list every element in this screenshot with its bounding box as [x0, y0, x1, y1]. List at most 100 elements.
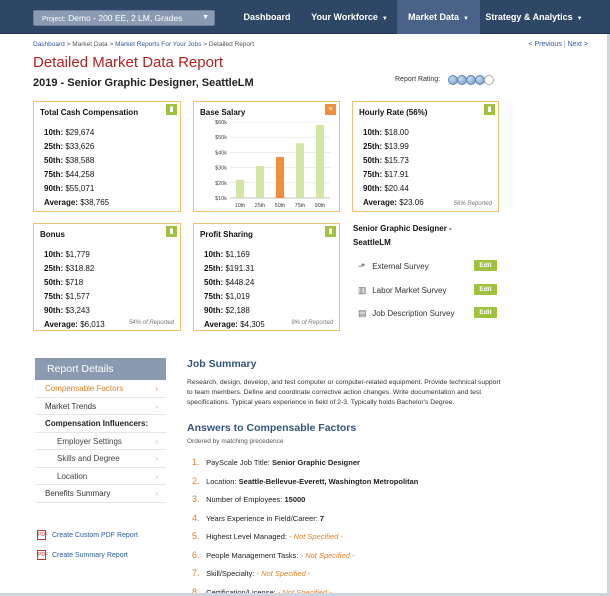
- job-summary-text: Research, design, develop, and test comp…: [187, 379, 501, 406]
- answer-item: 6. People Management Tasks: - Not Specif…: [192, 548, 354, 562]
- sidebar-item-label: Skills and Degree: [57, 454, 120, 463]
- x-tick-label: 10th: [235, 203, 246, 209]
- create-custom-pdf-label: Create Custom PDF Report: [52, 531, 138, 539]
- stat-row: 10th: $1,779: [44, 248, 105, 262]
- chart-toggle-icon[interactable]: ▮: [484, 104, 495, 115]
- sidebar-item[interactable]: Market Trends ›: [35, 398, 166, 415]
- sidebar-item[interactable]: Location ›: [35, 468, 166, 485]
- breadcrumb-market-data[interactable]: Market Data: [72, 41, 107, 48]
- stat-value: $38,765: [80, 198, 110, 207]
- previous-link[interactable]: < Previous: [529, 41, 562, 48]
- chart-toggle-icon[interactable]: ▮: [325, 226, 336, 237]
- report-rating-label: Report Rating:: [395, 76, 441, 83]
- answer-label: Location:: [206, 476, 237, 486]
- stat-value: $718: [65, 278, 84, 287]
- answer-value: Senior Graphic Designer: [271, 458, 360, 467]
- sidebar-item-label: Compensation Influencers:: [45, 419, 149, 428]
- project-selector[interactable]: Project: Demo - 200 EE, 2 LM, Grades ▼: [33, 10, 215, 26]
- base-salary-card: Base Salary ≡ $60k $50k $40k $30k $20k $10k 10…: [193, 101, 340, 212]
- stat-label: 10th:: [44, 128, 64, 137]
- answer-item: 2. Location: Seattle-Bellevue-Everett, W…: [192, 474, 418, 488]
- base-salary-chart: $60k $50k $40k $30k $20k $10k 10th 25th 50th 75th…: [215, 120, 330, 209]
- stat-label: 75th:: [44, 292, 64, 301]
- chevron-right-icon: ›: [155, 489, 158, 498]
- answer-number: 1.: [192, 457, 200, 467]
- sidebar-item-label: Market Trends: [45, 401, 97, 411]
- nav-market-data[interactable]: Market Data ▼: [397, 0, 480, 34]
- answer-item: 4. Years Experience in Field/Career: 7: [192, 511, 324, 525]
- stat-row: 50th: $15.73: [363, 154, 424, 168]
- project-value: Demo - 200 EE, 2 LM, Grades: [68, 13, 183, 23]
- chevron-right-icon: ›: [155, 436, 158, 446]
- sidebar-item[interactable]: Skills and Degree ›: [35, 450, 166, 468]
- nav-strategy-analytics[interactable]: Strategy & Analytics ▼: [480, 0, 588, 34]
- reported-note: 56% Reported: [453, 201, 492, 207]
- card-rows: 10th: $1,169 25th: $191.31 50th: $448.24 75…: [204, 248, 265, 332]
- answer-label: Years Experience in Field/Career:: [205, 513, 318, 523]
- next-link[interactable]: Next >: [568, 41, 588, 48]
- stat-label: 10th:: [204, 250, 224, 259]
- answer-item: 5. Highest Level Managed: - Not Specifie…: [192, 529, 343, 543]
- answer-value: - Not Specified -: [256, 569, 311, 578]
- breadcrumb-market-reports[interactable]: Market Reports For Your Jobs: [115, 41, 201, 48]
- chevron-right-icon: ›: [155, 471, 158, 481]
- answer-value: 15000: [284, 495, 306, 504]
- report-details-sidebar: Report Details Compensable Factors › Marke…: [35, 358, 166, 503]
- nav-dashboard[interactable]: Dashboard: [232, 0, 302, 34]
- stat-value: $44,258: [65, 170, 95, 179]
- stat-row: 50th: $38,588: [44, 154, 109, 168]
- create-summary-report-link[interactable]: PDF Create Summary Report: [37, 550, 128, 560]
- page-title: Detailed Market Data Report: [33, 54, 224, 71]
- stat-row: 75th: $44,258: [44, 168, 109, 182]
- stat-value: $18.00: [384, 128, 409, 137]
- create-custom-pdf-link[interactable]: PDF Create Custom PDF Report: [37, 530, 138, 540]
- answer-number: 2.: [192, 475, 200, 486]
- stat-label: 50th:: [44, 278, 64, 287]
- stat-label: Average:: [44, 320, 78, 329]
- stat-value: $29,674: [65, 128, 95, 137]
- chevron-down-icon: ▼: [202, 14, 209, 21]
- stat-value: $17.91: [384, 170, 409, 179]
- nav-market-data-label: Market Data: [408, 12, 460, 22]
- stat-row: 10th: $18.00: [363, 126, 424, 140]
- edit-external-survey-button[interactable]: Edit: [474, 260, 497, 271]
- card-title: Bonus: [40, 230, 65, 239]
- nav-your-workforce[interactable]: Your Workforce ▼: [302, 0, 397, 34]
- stat-label: 90th:: [44, 184, 64, 193]
- nav-strategy-analytics-label: Strategy & Analytics: [485, 12, 573, 22]
- external-survey-label: External Survey: [372, 262, 429, 271]
- chart-toggle-icon[interactable]: ▮: [166, 104, 177, 115]
- top-nav-bar: Project: Demo - 200 EE, 2 LM, Grades ▼ D…: [0, 0, 610, 34]
- edit-job-description-survey-button[interactable]: Edit: [474, 307, 497, 318]
- answer-item: 3. Number of Employees: 15000: [192, 492, 305, 506]
- stat-row: 90th: $20.44: [363, 182, 424, 196]
- labor-market-survey-label: Labor Market Survey: [372, 286, 447, 295]
- rating-dot: [484, 75, 494, 85]
- x-tick-label: 25th: [255, 203, 266, 209]
- stat-label: Average:: [363, 198, 397, 207]
- answer-item: 1. PayScale Job Title: Senior Graphic De…: [192, 455, 360, 469]
- sidebar-item-label: Benefits Summary: [45, 489, 111, 498]
- create-summary-report-label: Create Summary Report: [52, 551, 128, 559]
- sidebar-item-label: Location: [57, 471, 88, 481]
- sidebar-item[interactable]: Employer Settings ›: [35, 433, 166, 450]
- pager: < Previous | Next >: [529, 41, 588, 48]
- reported-note: 9% of Reported: [291, 320, 333, 326]
- edit-labor-market-survey-button[interactable]: Edit: [474, 284, 497, 295]
- sidebar-item-label: Employer Settings: [57, 436, 122, 446]
- sidebar-item[interactable]: Benefits Summary ›: [35, 485, 166, 503]
- sidebar-item[interactable]: Compensable Factors ›: [35, 380, 166, 398]
- stat-value: $6,013: [80, 320, 105, 329]
- bar-75th: [296, 143, 304, 198]
- chart-toggle-icon[interactable]: ▮: [166, 226, 177, 237]
- sidebar-title: Report Details: [35, 358, 166, 380]
- answer-number: 7.: [192, 568, 200, 578]
- breadcrumb-dashboard[interactable]: Dashboard: [33, 41, 65, 48]
- stat-value: $1,019: [225, 292, 250, 301]
- labor-market-survey-row: ▥ Labor Market Survey: [358, 283, 447, 297]
- card-title: Hourly Rate (56%): [359, 108, 428, 117]
- stat-label: 25th:: [44, 264, 64, 273]
- y-tick-label: $40k: [215, 150, 227, 156]
- breadcrumb: Dashboard > Market Data > Market Reports…: [33, 41, 254, 48]
- stat-value: $448.24: [225, 278, 255, 287]
